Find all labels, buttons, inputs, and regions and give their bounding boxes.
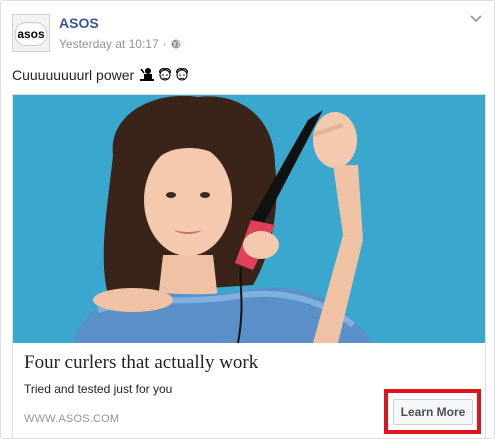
emoji-group [138,67,190,83]
link-domain: WWW.ASOS.COM [24,413,120,425]
facebook-post: asos ASOS Yesterday at 10:17 · Cuuuuuuuu… [0,0,495,439]
link-preview-card[interactable]: Four curlers that actually work Tried an… [12,94,486,438]
link-description: Tried and tested just for you [24,382,173,396]
woman-with-curls-icon [176,68,189,81]
learn-more-button[interactable]: Learn More [393,399,473,425]
woman-curling-hair-photo [13,95,485,343]
meta-separator: · [162,37,167,51]
timestamp-link[interactable]: Yesterday at 10:17 [59,37,159,51]
post-message: Cuuuuuuuurl power [12,67,135,83]
link-headline[interactable]: Four curlers that actually work [24,352,258,374]
asos-logo: asos [13,15,49,51]
woman-with-curls-icon [159,68,172,81]
svg-text:asos: asos [17,27,45,41]
post-meta: Yesterday at 10:17 · [59,37,181,51]
avatar[interactable]: asos [12,14,50,52]
woman-getting-haircut-icon [140,68,155,81]
link-preview-image[interactable] [13,95,485,343]
chevron-down-icon[interactable] [470,15,482,23]
post-text: Cuuuuuuuurl power [12,67,190,83]
globe-icon[interactable] [171,39,181,49]
page-name-link[interactable]: ASOS [59,15,99,31]
